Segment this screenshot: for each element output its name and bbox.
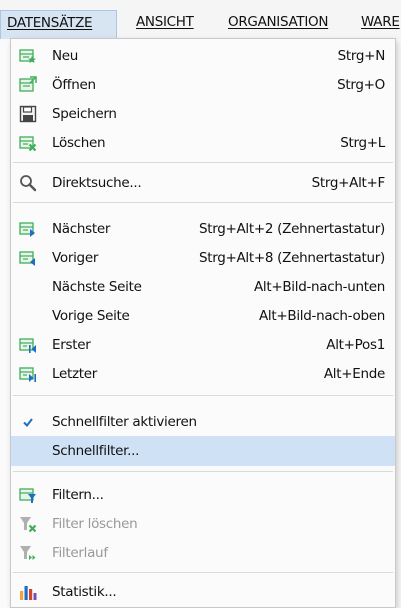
menu-item-schnellfilter[interactable]: Schnellfilter... — [11, 436, 395, 466]
menu-ware[interactable]: WARE — [355, 10, 401, 39]
menu-datensaetze-label: DATENSÄTZE — [7, 15, 93, 31]
menu-item-label: Neu — [52, 48, 79, 64]
menu-separator — [13, 395, 393, 396]
menu-item-label: Filterlauf — [52, 545, 108, 561]
menu-item-filterlauf: Filterlauf — [11, 538, 395, 568]
filter-icon — [19, 486, 37, 504]
open-record-icon — [19, 76, 37, 94]
menu-separator — [13, 202, 393, 203]
menu-item-label: Direktsuche... — [52, 175, 142, 191]
save-icon — [19, 105, 37, 123]
menu-item-label: Löschen — [52, 135, 106, 151]
menu-item-shortcut: Alt+Ende — [323, 366, 385, 382]
menu-item-label: Statistik... — [52, 584, 117, 600]
menu-item-shortcut: Strg+O — [337, 77, 385, 93]
previous-record-icon — [19, 249, 37, 267]
menu-item-label: Nächster — [52, 221, 111, 237]
menu-item-shortcut: Strg+Alt+8 (Zehnertastatur) — [198, 250, 385, 266]
menu-item-direktsuche[interactable]: Direktsuche... Strg+Alt+F — [11, 168, 395, 198]
menu-item-erster[interactable]: Erster Alt+Pos1 — [11, 330, 395, 360]
checkmark-icon — [19, 413, 37, 431]
menu-item-label: Nächste Seite — [52, 279, 142, 295]
menu-item-label: Schnellfilter... — [52, 443, 140, 459]
menu-item-shortcut: Strg+N — [337, 48, 386, 64]
menu-organisation-label: ORGANISATION — [228, 14, 329, 30]
menu-item-shortcut: Strg+Alt+F — [311, 175, 386, 191]
filter-run-icon — [19, 544, 37, 562]
menu-item-naechster[interactable]: Nächster Strg+Alt+2 (Zehnertastatur) — [11, 214, 395, 244]
menu-separator — [13, 572, 393, 573]
menu-item-speichern[interactable]: Speichern — [11, 99, 395, 129]
menu-item-voriger[interactable]: Voriger Strg+Alt+8 (Zehnertastatur) — [11, 243, 395, 273]
menu-item-label: Filter löschen — [52, 516, 138, 532]
menu-item-label: Öffnen — [52, 77, 96, 93]
menu-item-neu[interactable]: Neu Strg+N — [11, 41, 395, 71]
menu-item-shortcut: Alt+Pos1 — [326, 337, 385, 353]
menu-separator — [13, 162, 393, 163]
menu-item-shortcut: Strg+L — [340, 135, 385, 151]
menu-ansicht[interactable]: ANSICHT — [130, 10, 200, 39]
menu-ware-label: WARE — [361, 14, 400, 30]
first-record-icon — [19, 336, 37, 354]
delete-record-icon — [19, 134, 37, 152]
menu-item-label: Voriger — [52, 250, 99, 266]
menu-bar: DATENSÄTZE ANSICHT ORGANISATION WARE — [0, 0, 401, 39]
menu-item-naechste-seite[interactable]: Nächste Seite Alt+Bild-nach-unten — [11, 272, 395, 302]
menu-item-shortcut: Alt+Bild-nach-oben — [258, 308, 385, 324]
last-record-icon — [19, 365, 37, 383]
menu-item-oeffnen[interactable]: Öffnen Strg+O — [11, 70, 395, 100]
menu-ansicht-label: ANSICHT — [136, 14, 194, 30]
filter-clear-icon — [19, 515, 37, 533]
menu-item-vorige-seite[interactable]: Vorige Seite Alt+Bild-nach-oben — [11, 301, 395, 331]
menu-item-shortcut: Alt+Bild-nach-unten — [253, 279, 385, 295]
menu-item-label: Erster — [52, 337, 91, 353]
menu-item-shortcut: Strg+Alt+2 (Zehnertastatur) — [198, 221, 385, 237]
menu-separator — [13, 471, 393, 472]
menu-item-label: Letzter — [52, 366, 98, 382]
menu-item-label: Schnellfilter aktivieren — [52, 414, 197, 430]
menu-item-letzter[interactable]: Letzter Alt+Ende — [11, 359, 395, 389]
menu-item-filtern[interactable]: Filtern... — [11, 480, 395, 510]
datensaetze-dropdown-menu: Neu Strg+N Öffnen Strg+O Speichern Lösch… — [10, 38, 396, 608]
menu-organisation[interactable]: ORGANISATION — [222, 10, 334, 39]
search-icon — [19, 174, 37, 192]
menu-item-label: Filtern... — [52, 487, 104, 503]
menu-item-label: Vorige Seite — [52, 308, 130, 324]
menu-datensaetze[interactable]: DATENSÄTZE — [0, 10, 117, 39]
next-record-icon — [19, 220, 37, 238]
new-record-icon — [19, 47, 37, 65]
menu-item-schnellfilter-aktivieren[interactable]: Schnellfilter aktivieren — [11, 407, 395, 437]
menu-item-label: Speichern — [52, 106, 117, 122]
menu-item-statistik[interactable]: Statistik... — [11, 577, 395, 607]
statistics-icon — [19, 583, 37, 601]
menu-item-filter-loeschen: Filter löschen — [11, 509, 395, 539]
menu-item-loeschen[interactable]: Löschen Strg+L — [11, 128, 395, 158]
